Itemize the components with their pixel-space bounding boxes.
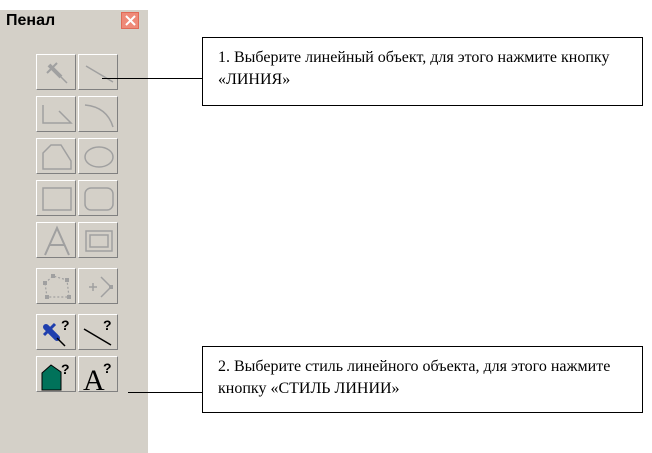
callout-step-2: 2. Выберите стиль линейного объекта, для… [202, 346, 643, 413]
ellipse-icon [84, 146, 114, 168]
text-tool-button[interactable] [36, 222, 76, 258]
svg-text:?: ? [103, 360, 112, 376]
line-icon [85, 65, 114, 83]
polyline-icon [42, 105, 73, 124]
line-tool-button[interactable] [78, 54, 118, 90]
panel-titlebar[interactable]: Пенал [0, 10, 148, 32]
text-question-icon: A ? [83, 360, 112, 393]
pushpin-question-icon: ? [42, 317, 70, 347]
text-A-icon [44, 225, 70, 256]
polygon-tool-button[interactable] [36, 138, 76, 174]
ellipse-tool-button[interactable] [78, 138, 118, 174]
line-style-button[interactable]: ? [78, 314, 118, 350]
svg-text:A: A [83, 364, 105, 393]
callout-connector-2 [128, 392, 202, 393]
add-node-icon [89, 276, 113, 298]
rectangle-tool-button[interactable] [36, 180, 76, 216]
svg-text:?: ? [103, 317, 112, 333]
rectangle-icon [42, 187, 72, 211]
symbol-style-button[interactable]: ? [36, 314, 76, 350]
frame-tool-button[interactable] [78, 222, 118, 258]
region-style-button[interactable]: ? [36, 356, 76, 392]
close-button[interactable] [121, 12, 139, 29]
reshape-tool-button[interactable] [36, 268, 76, 304]
arc-icon [84, 104, 114, 128]
frame-icon [85, 230, 113, 252]
callout-step-1-text: 1. Выберите линейный объект, для этого н… [218, 49, 610, 88]
point-tool-button[interactable] [36, 54, 76, 90]
arc-tool-button[interactable] [78, 96, 118, 132]
toolbox-panel: Пенал ? ? ? A ? [0, 10, 148, 453]
line-question-icon: ? [83, 317, 112, 346]
add-node-tool-button[interactable] [78, 268, 118, 304]
panel-title: Пенал [6, 12, 56, 29]
rounded-rectangle-tool-button[interactable] [78, 180, 118, 216]
close-x-icon [125, 15, 136, 26]
callout-connector-1 [102, 78, 202, 79]
callout-step-1: 1. Выберите линейный объект, для этого н… [202, 37, 643, 106]
reshape-nodes-icon [43, 274, 71, 299]
region-question-icon: ? [41, 361, 70, 391]
text-style-button[interactable]: A ? [78, 356, 118, 393]
polygon-icon [42, 144, 72, 170]
callout-step-2-text: 2. Выберите стиль линейного объекта, для… [218, 358, 611, 397]
rounded-rectangle-icon [84, 187, 114, 211]
svg-text:?: ? [61, 317, 70, 333]
pushpin-icon [46, 62, 68, 84]
svg-text:?: ? [61, 361, 70, 377]
polyline-tool-button[interactable] [36, 96, 76, 132]
